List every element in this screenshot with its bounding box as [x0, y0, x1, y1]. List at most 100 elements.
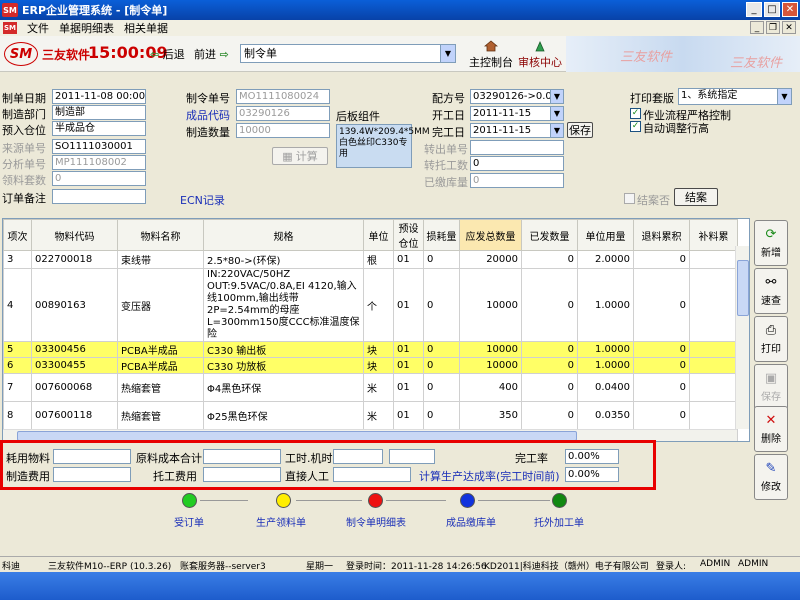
labor-input[interactable]: [333, 467, 411, 482]
cell-no[interactable]: 5: [3, 341, 32, 358]
table-row[interactable]: 6 03300455 PCBA半成品 C330 功放板块 01 0 10000 0 1.0000…: [3, 357, 738, 374]
cell-issued[interactable]: 0: [521, 268, 578, 342]
cell-sup[interactable]: [689, 268, 738, 342]
cell-name[interactable]: PCBA半成品: [117, 341, 204, 358]
main-console-button[interactable]: 主控制台: [468, 40, 514, 70]
cell-name[interactable]: 热缩套管: [117, 401, 204, 430]
remark-input[interactable]: [52, 189, 146, 204]
cell-loss[interactable]: 0: [423, 268, 460, 342]
audit-center-button[interactable]: 审核中心: [516, 40, 564, 70]
cell-issued[interactable]: 0: [521, 401, 578, 430]
cell-ret[interactable]: 0: [633, 250, 690, 269]
cell-spec[interactable]: C330 功放板: [203, 357, 364, 374]
cell-name[interactable]: PCBA半成品: [117, 357, 204, 374]
menu-related-docs[interactable]: 相关单据: [124, 20, 168, 36]
cell-spec[interactable]: C330 输出板: [203, 341, 364, 358]
cell-sup[interactable]: [689, 341, 738, 358]
grid-header[interactable]: 物料名称: [117, 219, 204, 251]
cell-loss[interactable]: 0: [423, 401, 460, 430]
cell-ret[interactable]: 0: [633, 341, 690, 358]
grid-header[interactable]: 项次: [3, 219, 32, 251]
cell-unit[interactable]: 根: [363, 250, 394, 269]
source-no-input[interactable]: SO1111030001: [52, 139, 146, 154]
cell-qty[interactable]: 10000: [459, 341, 522, 358]
cell-ret[interactable]: 0: [633, 357, 690, 374]
out-no-input[interactable]: [470, 140, 564, 155]
grid-header[interactable]: 单位: [363, 219, 394, 251]
strict-flow-checkbox[interactable]: ✓: [630, 108, 641, 119]
cell-no[interactable]: 3: [3, 250, 32, 269]
cell-code[interactable]: 03300455: [31, 357, 118, 374]
flow-dot-sales-order[interactable]: [182, 493, 197, 508]
forward-button[interactable]: 前进 ⇨: [194, 46, 229, 62]
delete-button[interactable]: ✕ 删除: [754, 406, 788, 452]
mdi-minimize-icon[interactable]: _: [750, 21, 764, 34]
chevron-down-icon[interactable]: ▼: [777, 89, 791, 104]
table-row[interactable]: 4 00890163 变压器 IN:220VAC/50HZ OUT:9.5VAC/0.…: [3, 268, 738, 342]
grid-header[interactable]: 补料累: [689, 219, 738, 251]
analysis-no-input[interactable]: MP111108002: [52, 155, 146, 170]
print-template-select[interactable]: 1、系统指定 ▼: [678, 88, 792, 105]
ecn-link[interactable]: ECN记录: [180, 192, 225, 208]
table-row[interactable]: 8 007600118 热缩套管 Φ25黑色环保米 01 0 350 0 0.0350 0: [3, 401, 738, 430]
flow-order-detail-link[interactable]: 制令单明细表: [346, 514, 406, 529]
table-row[interactable]: 7 007600068 热缩套管 Φ4黑色环保米 01 0 400 0 0.0400 0: [3, 373, 738, 402]
order-no-input[interactable]: MO1111080024: [236, 89, 330, 104]
cell-code[interactable]: 007600068: [31, 373, 118, 402]
end-date-picker[interactable]: 2011-11-15 ▼: [470, 123, 564, 138]
warehouse-input[interactable]: 半成品仓: [52, 121, 146, 136]
form-select[interactable]: 制令单 ▼: [240, 44, 456, 63]
cell-qty[interactable]: 400: [459, 373, 522, 402]
grid-header[interactable]: 已发数量: [521, 219, 578, 251]
edit-button[interactable]: ✎ 修改: [754, 454, 788, 500]
qty-input[interactable]: 10000: [236, 123, 330, 138]
grid-header[interactable]: 预设仓位: [393, 219, 424, 251]
print-button[interactable]: ⎙ 打印: [754, 316, 788, 362]
product-code-input[interactable]: 03290126: [236, 106, 330, 121]
cell-usage[interactable]: 0.0400: [577, 373, 634, 402]
formula-no-select[interactable]: 03290126->0.0 ▼: [470, 89, 564, 104]
save-button[interactable]: ▣ 保存: [754, 364, 788, 410]
hours-input[interactable]: [333, 449, 383, 464]
cell-name[interactable]: 束线带: [117, 250, 204, 269]
start-date-picker[interactable]: 2011-11-15 ▼: [470, 106, 564, 121]
cell-spec[interactable]: Φ4黑色环保: [203, 373, 364, 402]
mfg-cost-input[interactable]: [53, 467, 131, 482]
cell-unit[interactable]: 块: [363, 341, 394, 358]
grid-header[interactable]: 物料代码: [31, 219, 118, 251]
mdi-close-icon[interactable]: ✕: [782, 21, 796, 34]
grid-header[interactable]: 单位用量: [577, 219, 634, 251]
grid-vertical-scrollbar[interactable]: [735, 246, 749, 429]
quick-query-button[interactable]: ⚯ 速查: [754, 268, 788, 314]
cell-sup[interactable]: [689, 357, 738, 374]
flow-dot-picking[interactable]: [276, 493, 291, 508]
grid-header[interactable]: 规格: [203, 219, 364, 251]
auto-adjust-checkbox[interactable]: ✓: [630, 121, 641, 132]
cell-sup[interactable]: [689, 250, 738, 269]
table-row[interactable]: 5 03300456 PCBA半成品 C330 输出板块 01 0 10000 0 1.0000…: [3, 341, 738, 358]
cell-sup[interactable]: [689, 401, 738, 430]
cell-loc[interactable]: 01: [393, 268, 424, 342]
cell-code[interactable]: 00890163: [31, 268, 118, 342]
back-button[interactable]: ⇦ 后退: [150, 46, 185, 62]
save-small-button[interactable]: 保存: [567, 122, 593, 138]
cell-loss[interactable]: 0: [423, 250, 460, 269]
calc-button[interactable]: ▦ 计算: [272, 147, 328, 165]
material-cost-input[interactable]: [53, 449, 131, 464]
close-case-button[interactable]: 结案: [674, 188, 718, 206]
menu-detail-report[interactable]: 单据明细表: [59, 20, 114, 36]
cell-no[interactable]: 8: [3, 401, 32, 430]
chevron-down-icon[interactable]: ▼: [550, 90, 563, 103]
mdi-restore-icon[interactable]: ❐: [766, 21, 780, 34]
cell-code[interactable]: 007600118: [31, 401, 118, 430]
cell-no[interactable]: 6: [3, 357, 32, 374]
cell-usage[interactable]: 1.0000: [577, 341, 634, 358]
cell-issued[interactable]: 0: [521, 341, 578, 358]
cell-code[interactable]: 022700018: [31, 250, 118, 269]
raw-total-input[interactable]: [203, 449, 281, 464]
achieve-rate-link[interactable]: 计算生产达成率(完工时间前): [419, 468, 560, 484]
chevron-down-icon[interactable]: ▼: [550, 124, 563, 137]
cell-ret[interactable]: 0: [633, 373, 690, 402]
cell-loss[interactable]: 0: [423, 373, 460, 402]
cell-spec[interactable]: Φ25黑色环保: [203, 401, 364, 430]
